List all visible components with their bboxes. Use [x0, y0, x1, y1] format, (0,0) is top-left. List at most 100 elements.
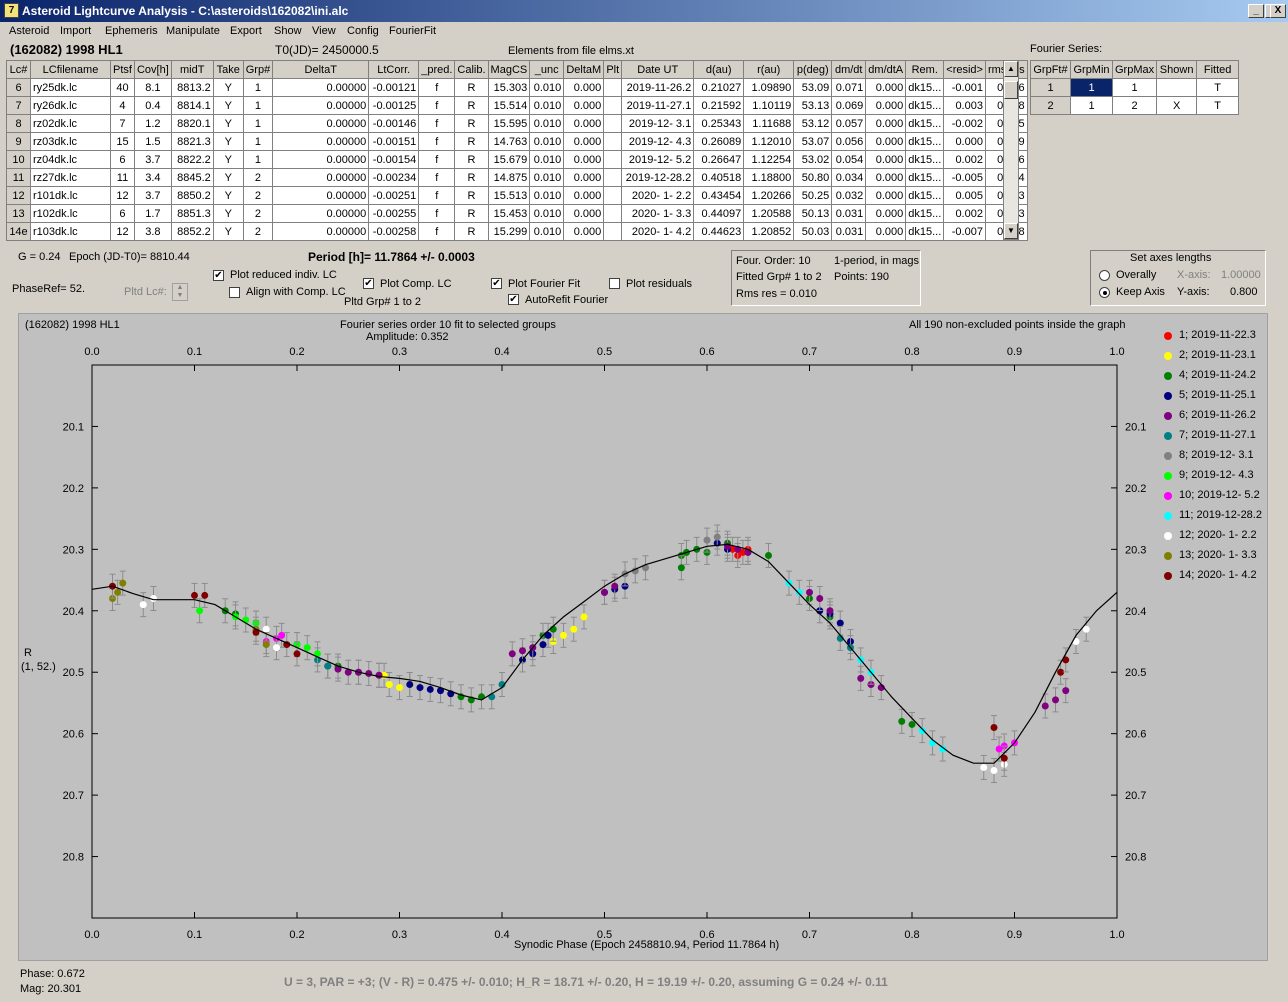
table-cell[interactable]: 15.514	[487, 96, 531, 115]
table-cell[interactable]: 0.43454	[693, 186, 745, 205]
table-cell[interactable]: dk15...	[905, 150, 945, 169]
table-cell[interactable]: 0.010	[529, 222, 565, 241]
table-cell[interactable]: 8852.2	[170, 222, 214, 241]
menu-fourierfit[interactable]: FourierFit	[389, 25, 436, 37]
table-cell[interactable]: 0.010	[529, 132, 565, 151]
row-header[interactable]: 7	[6, 96, 31, 115]
table-cell[interactable]: dk15...	[905, 114, 945, 133]
table-cell[interactable]: Y	[212, 222, 244, 241]
column-header[interactable]: Plt	[603, 60, 623, 79]
table-cell[interactable]: 14.875	[487, 168, 531, 187]
table-cell[interactable]: Y	[212, 96, 244, 115]
column-header[interactable]: DeltaM	[563, 60, 605, 79]
column-header[interactable]: Take	[212, 60, 244, 79]
table-cell[interactable]: 0.00000	[272, 114, 370, 133]
table-row[interactable]: 8 rz02dk.lc 7 1.2 8820.1 Y 1 0.00000 -0.00146 f R 1…	[6, 114, 1028, 133]
table-row[interactable]: 212XT	[1030, 96, 1240, 115]
table-cell[interactable]: dk15...	[905, 168, 945, 187]
table-cell[interactable]: 2019-12- 5.2	[621, 150, 695, 169]
table-cell[interactable]: -0.002	[943, 114, 986, 133]
table-cell[interactable]: T	[1196, 96, 1240, 115]
table-cell[interactable]: 3.7	[133, 150, 172, 169]
row-header[interactable]: 9	[6, 132, 31, 151]
table-cell[interactable]: f	[418, 78, 456, 97]
column-header[interactable]: MagCS	[487, 60, 531, 79]
table-cell[interactable]: dk15...	[905, 204, 945, 223]
table-cell[interactable]: 1.7	[133, 204, 172, 223]
row-header[interactable]: 13	[6, 204, 31, 223]
table-cell[interactable]: R	[454, 222, 489, 241]
column-header[interactable]: GrpFt#	[1030, 60, 1071, 79]
menu-manipulate[interactable]: Manipulate	[166, 25, 220, 37]
table-cell[interactable]: 0.054	[831, 150, 867, 169]
table-cell[interactable]: 53.09	[793, 78, 833, 97]
table-cell[interactable]: 0.000	[563, 204, 605, 223]
table-cell[interactable]: 2020- 1- 4.2	[621, 222, 695, 241]
y-axis-value[interactable]: 0.800	[1230, 286, 1258, 298]
column-header[interactable]: LCfilename	[30, 60, 111, 79]
table-cell[interactable]: 0.010	[529, 114, 565, 133]
column-header[interactable]: DeltaT	[272, 60, 370, 79]
table-cell[interactable]: 7	[110, 114, 135, 133]
table-cell[interactable]: 1	[242, 132, 274, 151]
table-cell[interactable]: 14.763	[487, 132, 531, 151]
table-cell[interactable]: 0.000	[563, 78, 605, 97]
table-cell[interactable]: 12	[110, 186, 135, 205]
table-cell[interactable]	[603, 168, 623, 187]
menu-export[interactable]: Export	[230, 25, 262, 37]
table-cell[interactable]: -0.00121	[368, 78, 420, 97]
table-cell[interactable]	[603, 132, 623, 151]
row-header[interactable]: 6	[6, 78, 31, 97]
table-cell[interactable]: 1.09890	[743, 78, 795, 97]
table-cell[interactable]: 0.000	[563, 186, 605, 205]
table-row[interactable]: 111T	[1030, 78, 1240, 97]
menu-show[interactable]: Show	[274, 25, 302, 37]
table-cell[interactable]	[603, 204, 623, 223]
table-cell[interactable]: 0.000	[865, 168, 907, 187]
table-cell[interactable]: 1	[1070, 78, 1113, 97]
table-cell[interactable]: 0.44623	[693, 222, 745, 241]
table-cell[interactable]: 1	[1111, 78, 1158, 97]
table-cell[interactable]	[603, 78, 623, 97]
table-cell[interactable]: 2019-12-28.2	[621, 168, 695, 187]
table-cell[interactable]: 1.2	[133, 114, 172, 133]
table-cell[interactable]: 0.00000	[272, 150, 370, 169]
table-cell[interactable]: 0.26089	[693, 132, 745, 151]
table-cell[interactable]: f	[418, 150, 456, 169]
table-cell[interactable]: 0.000	[865, 186, 907, 205]
table-cell[interactable]: 0.00000	[272, 204, 370, 223]
table-cell[interactable]: 0.057	[831, 114, 867, 133]
table-cell[interactable]: 0.031	[831, 222, 867, 241]
table-cell[interactable]: 15.299	[487, 222, 531, 241]
table-cell[interactable]: 1	[242, 96, 274, 115]
table-cell[interactable]	[603, 186, 623, 205]
column-header[interactable]: Date UT	[621, 60, 695, 79]
column-header[interactable]: p(deg)	[793, 60, 833, 79]
table-cell[interactable]: 0.000	[865, 78, 907, 97]
table-cell[interactable]	[603, 222, 623, 241]
table-cell[interactable]: R	[454, 186, 489, 205]
column-header[interactable]: midT	[170, 60, 214, 79]
table-cell[interactable]	[603, 150, 623, 169]
menu-ephemeris[interactable]: Ephemeris	[105, 25, 158, 37]
table-cell[interactable]: 0.000	[563, 150, 605, 169]
table-cell[interactable]: Y	[212, 168, 244, 187]
table-cell[interactable]: 0.002	[943, 204, 986, 223]
table-cell[interactable]: 15.453	[487, 204, 531, 223]
table-cell[interactable]: ry25dk.lc	[30, 78, 111, 97]
table-cell[interactable]: 0.010	[529, 150, 565, 169]
table-cell[interactable]: 0.000	[563, 168, 605, 187]
table-cell[interactable]: Y	[212, 150, 244, 169]
table-cell[interactable]: 0.4	[133, 96, 172, 115]
table-cell[interactable]: 8845.2	[170, 168, 214, 187]
table-cell[interactable]: 50.13	[793, 204, 833, 223]
table-cell[interactable]: 0.000	[865, 96, 907, 115]
table-cell[interactable]: Y	[212, 204, 244, 223]
column-header[interactable]: dm/dtA	[865, 60, 907, 79]
table-cell[interactable]	[603, 114, 623, 133]
table-cell[interactable]: 53.13	[793, 96, 833, 115]
row-header[interactable]: 12	[6, 186, 31, 205]
column-header[interactable]: Shown	[1156, 60, 1198, 79]
table-cell[interactable]: f	[418, 186, 456, 205]
minimize-button[interactable]: _	[1248, 4, 1264, 18]
